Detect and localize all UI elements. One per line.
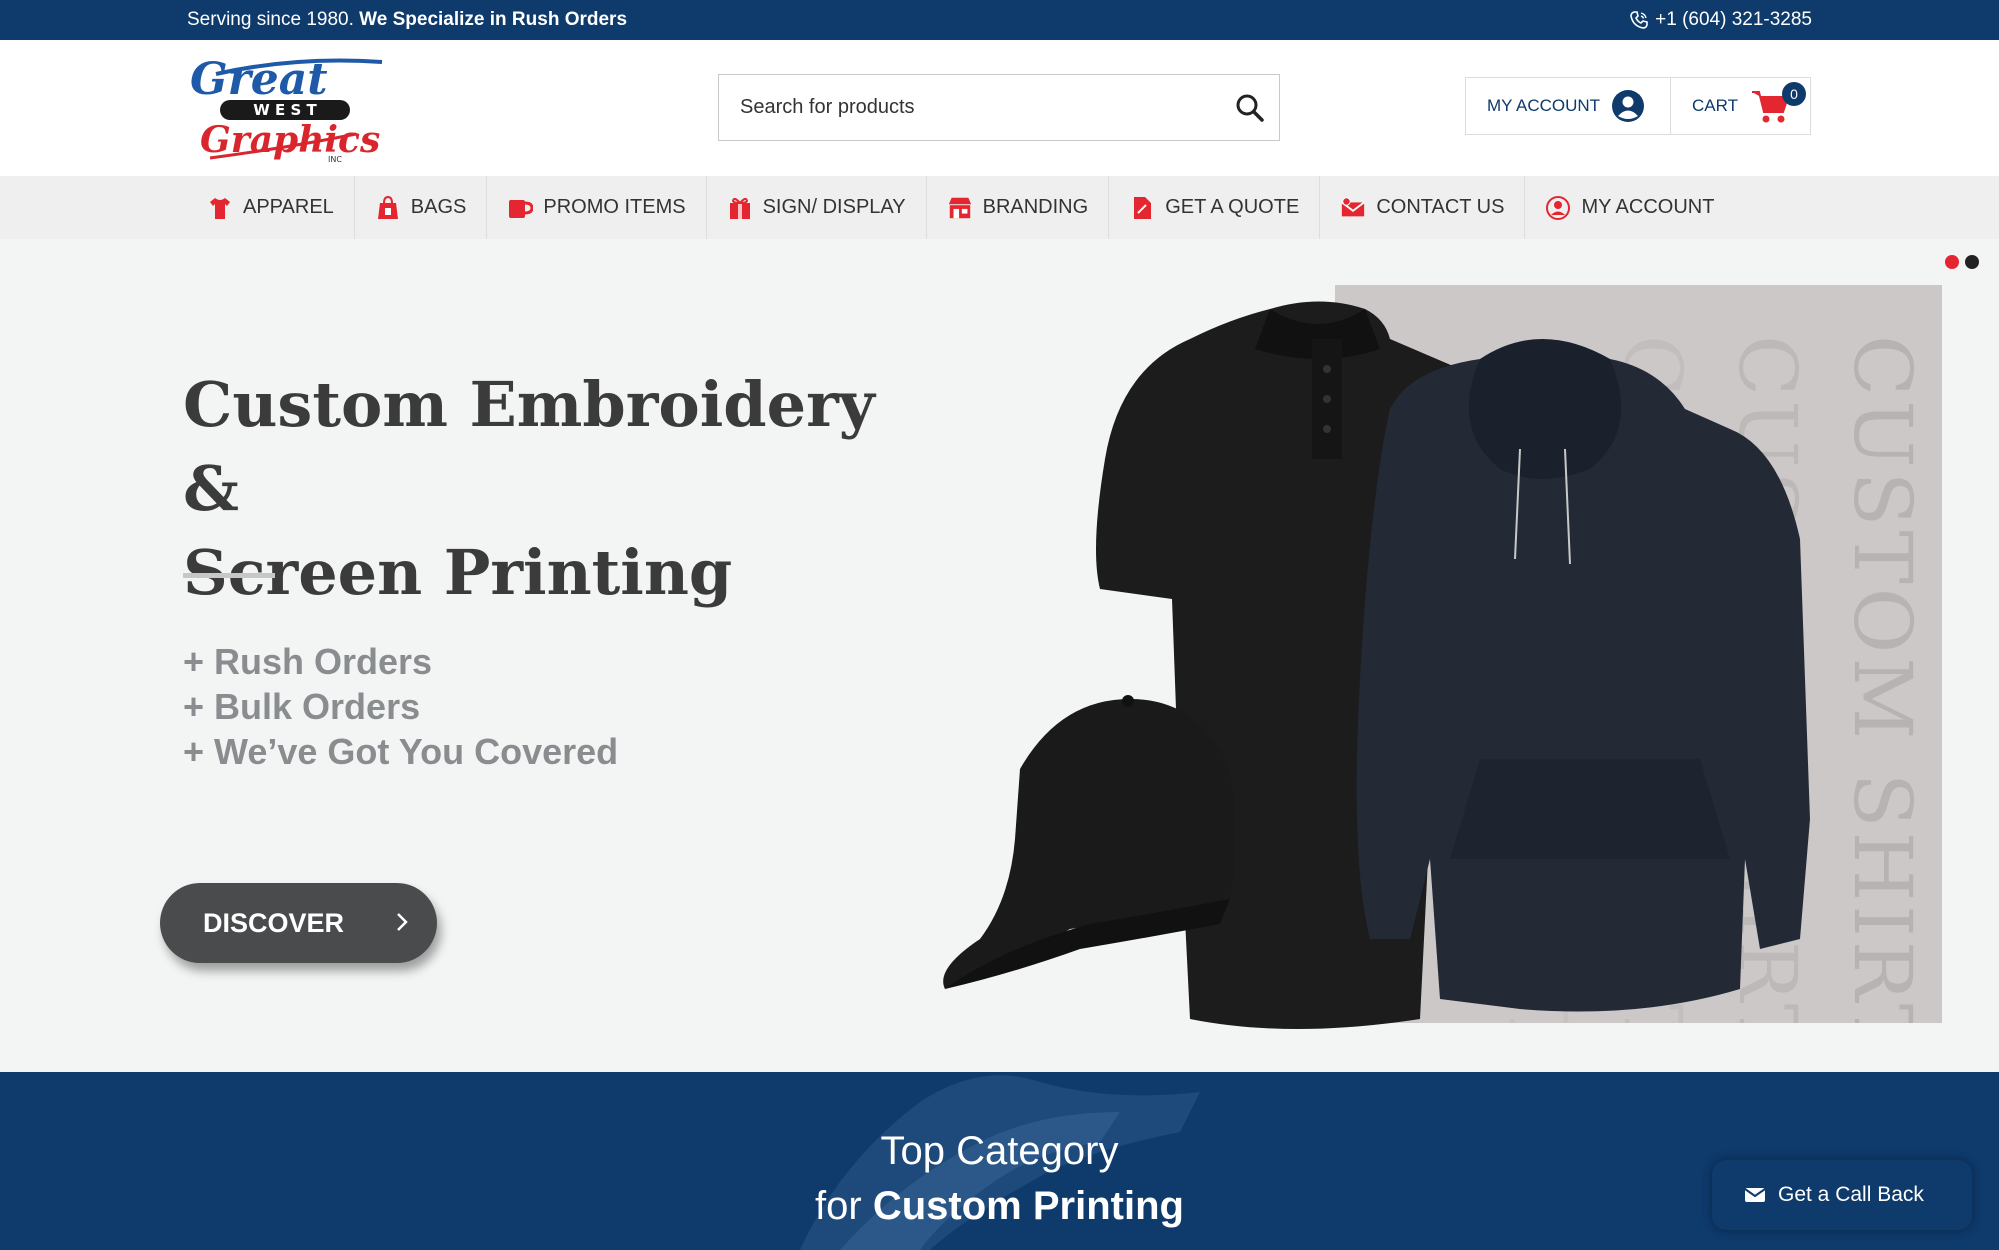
category-subtitle-plain: for (815, 1184, 873, 1228)
search-box (718, 74, 1280, 141)
hero-bullet: + We’ve Got You Covered (183, 731, 619, 772)
nav-item-bags[interactable]: BAGS (355, 176, 488, 239)
hero-apparel-image (943, 301, 1810, 1029)
category-subtitle: for Custom Printing (0, 1179, 1999, 1234)
bag-icon (375, 195, 401, 221)
phone-link[interactable]: +1 (604) 321-3285 (1629, 9, 1812, 31)
top-bar: Serving since 1980. We Specialize in Rus… (0, 0, 1999, 40)
my-account-link[interactable]: MY ACCOUNT (1466, 78, 1671, 134)
mug-icon (507, 195, 534, 221)
hero-slider: Custom Embroidery & Screen Printing + Ru… (0, 239, 1999, 1072)
svg-text:W E S T: W E S T (253, 101, 317, 119)
top-category-section: Top Category for Custom Printing Get a C… (0, 1072, 1999, 1250)
user-circle-icon (1545, 195, 1571, 221)
nav-label: CONTACT US (1376, 196, 1505, 218)
store-icon (947, 195, 973, 221)
cart-label: CART (1692, 96, 1738, 115)
slide-dot-2[interactable] (1965, 255, 1979, 269)
tshirt-icon (207, 195, 233, 221)
nav-item-sign-display[interactable]: SIGN/ DISPLAY (707, 176, 927, 239)
tagline: Serving since 1980. We Specialize in Rus… (187, 9, 627, 31)
cart-count-badge: 0 (1782, 82, 1806, 106)
user-icon (1612, 90, 1645, 122)
logo-graphic: Great W E S T Graphics INC (190, 54, 383, 164)
cart-link[interactable]: CART 0 (1671, 78, 1810, 134)
hero-bullet: + Rush Orders (183, 641, 433, 682)
main-nav: APPAREL BAGS PROMO ITEMS SIGN/ DISPLAY B… (0, 176, 1999, 239)
account-cart-box: MY ACCOUNT CART 0 (1465, 77, 1811, 135)
call-back-label: Get a Call Back (1778, 1183, 1924, 1206)
phone-number: +1 (604) 321-3285 (1655, 9, 1812, 30)
get-call-back-button[interactable]: Get a Call Back (1712, 1160, 1972, 1230)
category-heading: Top Category for Custom Printing (0, 1124, 1999, 1234)
category-title: Top Category (880, 1129, 1119, 1173)
category-subtitle-bold: Custom Printing (872, 1184, 1184, 1228)
slide-dot-1[interactable] (1945, 255, 1959, 269)
svg-text:INC: INC (328, 155, 342, 164)
nav-item-contact-us[interactable]: CONTACT US (1320, 176, 1526, 239)
site-logo[interactable]: Great W E S T Graphics INC (186, 52, 386, 164)
envelope-icon (1744, 1188, 1766, 1202)
nav-item-get-a-quote[interactable]: GET A QUOTE (1109, 176, 1321, 239)
chevron-right-icon (397, 913, 408, 931)
nav-label: SIGN/ DISPLAY (762, 196, 906, 218)
nav-item-branding[interactable]: BRANDING (927, 176, 1110, 239)
search-input[interactable] (719, 75, 1199, 140)
nav-label: BAGS (410, 196, 467, 218)
phone-icon (1630, 11, 1648, 29)
envelope-icon (1340, 195, 1366, 221)
header: Great W E S T Graphics INC MY ACCOUNT CA… (0, 40, 1999, 176)
search-icon[interactable] (1235, 93, 1265, 123)
nav-label: APPAREL (243, 196, 334, 218)
hero-bullet: + Bulk Orders (183, 686, 421, 727)
document-icon (1129, 195, 1155, 221)
nav-label: BRANDING (982, 196, 1089, 218)
sign-icon (727, 195, 753, 221)
nav-label: GET A QUOTE (1165, 196, 1300, 218)
tagline-bold: We Specialize in Rush Orders (359, 9, 628, 30)
nav-label: PROMO ITEMS (543, 196, 686, 218)
hero-bullets: + Rush Orders + Bulk Orders + We’ve Got … (183, 639, 618, 774)
hero-title: Custom Embroidery & Screen Printing (183, 363, 943, 615)
tagline-plain: Serving since 1980. (187, 9, 354, 30)
nav-item-my-account[interactable]: MY ACCOUNT (1525, 176, 1734, 239)
hero-divider (183, 573, 275, 578)
nav-item-promo-items[interactable]: PROMO ITEMS (487, 176, 707, 239)
discover-label: DISCOVER (203, 907, 345, 938)
my-account-label: MY ACCOUNT (1487, 96, 1601, 115)
hero-title-line1: Custom Embroidery & (183, 368, 875, 525)
discover-button[interactable]: DISCOVER (160, 883, 437, 963)
slider-dots (1945, 255, 1979, 269)
nav-item-apparel[interactable]: APPAREL (187, 176, 355, 239)
nav-label: MY ACCOUNT (1581, 196, 1715, 218)
